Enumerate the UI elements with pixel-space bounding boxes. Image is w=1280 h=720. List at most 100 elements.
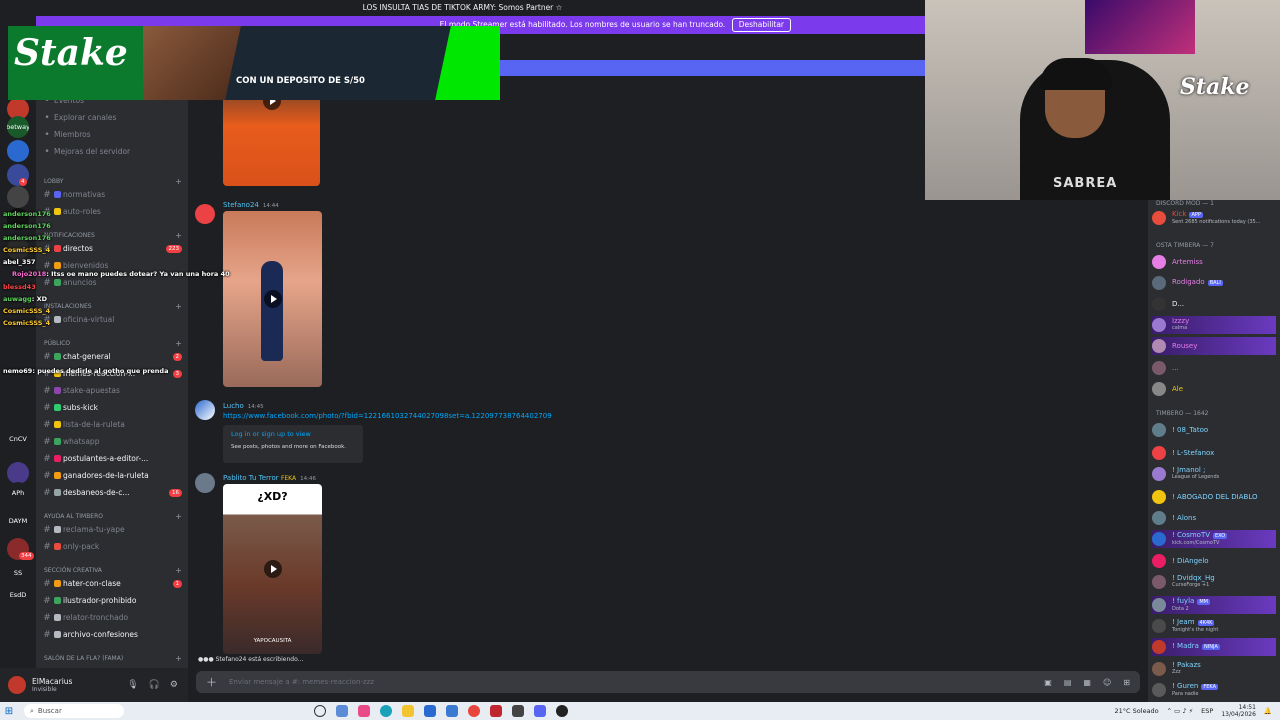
server-icon[interactable]: SS xyxy=(7,562,29,584)
member-item[interactable]: Kick APP Sent 2685 notifications today (35… xyxy=(1152,209,1276,227)
member-item[interactable]: ! Madra NINJA xyxy=(1152,638,1276,656)
channel-category[interactable]: INSTALACIONES + xyxy=(44,300,182,312)
avatar[interactable] xyxy=(8,676,26,694)
file-explorer-icon[interactable] xyxy=(402,705,414,717)
store-icon[interactable] xyxy=(424,705,436,717)
add-channel-icon[interactable]: + xyxy=(175,231,182,240)
app-icon[interactable] xyxy=(490,705,502,717)
language-indicator[interactable]: ESP xyxy=(1201,707,1213,715)
channel-item[interactable]: # only-pack xyxy=(40,539,182,554)
stake-ad-banner[interactable]: Stake CON UN DEPOSITO DE S/50 xyxy=(8,26,500,100)
task-view-icon[interactable] xyxy=(314,705,326,717)
app-icon[interactable] xyxy=(446,705,458,717)
channel-item[interactable]: # oficina-virtual xyxy=(40,312,182,327)
member-item[interactable]: ! Pakazs Zzz xyxy=(1152,660,1276,678)
app-icon[interactable] xyxy=(556,705,568,717)
member-item[interactable]: ! 08_Tatoo xyxy=(1152,421,1276,439)
gif-icon[interactable]: ▤ xyxy=(1064,678,1072,687)
add-channel-icon[interactable]: + xyxy=(175,512,182,521)
server-icon[interactable]: APh xyxy=(7,482,29,504)
server-icon[interactable] xyxy=(7,140,29,162)
member-item[interactable]: D... xyxy=(1152,295,1276,313)
member-item[interactable]: ! ABOGADO DEL DIABLO xyxy=(1152,488,1276,506)
channel-category[interactable]: LOBBY + xyxy=(44,175,182,187)
sidebar-top-item[interactable]: • Explorar canales xyxy=(40,110,182,125)
member-item[interactable]: ! Jmanol ; League of Legends xyxy=(1152,465,1276,483)
apps-icon[interactable]: ⊞ xyxy=(1123,678,1130,687)
gear-icon[interactable]: ⚙ xyxy=(170,680,178,690)
taskbar-search[interactable]: ⌕ Buscar xyxy=(24,704,124,718)
channel-item[interactable]: # ilustrador-prohibido xyxy=(40,593,182,608)
sidebar-top-item[interactable]: • Mejoras del servidor xyxy=(40,144,182,159)
channel-item[interactable]: # lista-de-la-ruleta xyxy=(40,417,182,432)
message-author[interactable]: Lucho xyxy=(223,402,244,410)
app-icon[interactable] xyxy=(358,705,370,717)
channel-item[interactable]: # chat-general 2 xyxy=(40,349,182,364)
tray-icons[interactable]: ⌃ ▭ ♪ ⚡ xyxy=(1167,707,1194,715)
add-channel-icon[interactable]: + xyxy=(175,177,182,186)
member-item[interactable]: Izzzy calma xyxy=(1152,316,1276,334)
server-icon[interactable] xyxy=(7,462,29,484)
channel-category[interactable]: NOTIFICACIONES + xyxy=(44,229,182,241)
add-attachment-icon[interactable]: ＋ xyxy=(206,674,217,690)
app-icon[interactable] xyxy=(512,705,524,717)
channel-item[interactable]: # desbaneos-de-c... 16 xyxy=(40,485,182,500)
disable-streamer-button[interactable]: Deshabilitar xyxy=(731,18,791,32)
member-item[interactable]: Ale xyxy=(1152,380,1276,398)
message-author[interactable]: Pablito Tu Terror xyxy=(223,474,279,482)
channel-item[interactable]: # relator-tronchado xyxy=(40,610,182,625)
gift-icon[interactable]: ▣ xyxy=(1044,678,1052,687)
member-item[interactable]: Artemiss xyxy=(1152,253,1276,271)
discord-icon[interactable] xyxy=(534,705,546,717)
channel-item[interactable]: # ganadores-de-la-ruleta xyxy=(40,468,182,483)
member-item[interactable]: Rousey xyxy=(1152,337,1276,355)
message-composer[interactable]: ＋ Enviar mensaje a #: memes-reaccion-zzz… xyxy=(196,671,1140,693)
channel-item[interactable]: # hater-con-clase 1 xyxy=(40,576,182,591)
add-channel-icon[interactable]: + xyxy=(175,566,182,575)
member-item[interactable]: ... xyxy=(1152,359,1276,377)
channel-category[interactable]: PÚBLICO + xyxy=(44,337,182,349)
channel-item[interactable]: # whatsapp xyxy=(40,434,182,449)
widgets-icon[interactable] xyxy=(336,705,348,717)
channel-item[interactable]: # auto-roles xyxy=(40,204,182,219)
channel-item[interactable]: # normativas xyxy=(40,187,182,202)
server-icon[interactable] xyxy=(7,186,29,208)
server-icon[interactable]: CnCV xyxy=(7,428,29,450)
member-item[interactable]: ! DiAngelo xyxy=(1152,552,1276,570)
member-item[interactable]: ! Alons xyxy=(1152,509,1276,527)
add-channel-icon[interactable]: + xyxy=(175,654,182,663)
chrome-icon[interactable] xyxy=(468,705,480,717)
member-item[interactable]: ! fuyla MM Dota 2 xyxy=(1152,596,1276,614)
sticker-icon[interactable]: ▦ xyxy=(1083,678,1091,687)
channel-item[interactable]: # postulantes-a-editor-... xyxy=(40,451,182,466)
channel-item[interactable]: # directos 223 xyxy=(40,241,182,256)
server-icon[interactable]: EsdD xyxy=(7,584,29,606)
channel-category[interactable]: SALÓN DE LA FLA? (FAMA) + xyxy=(44,652,182,664)
add-channel-icon[interactable]: + xyxy=(175,302,182,311)
channel-item[interactable]: # reclama-tu-yape xyxy=(40,522,182,537)
member-item[interactable]: Rodigado BALI xyxy=(1152,274,1276,292)
member-item[interactable]: ! Dvidqx_Hg CurseForge +1 xyxy=(1152,573,1276,591)
member-item[interactable]: ! Jeam 4K4K Tonight's the night xyxy=(1152,617,1276,635)
channel-item[interactable]: # archivo-confesiones xyxy=(40,627,182,642)
clock[interactable]: 14:51 13/04/2026 xyxy=(1221,704,1256,718)
member-item[interactable]: ! Guren FEKA Para nadie xyxy=(1152,681,1276,699)
notifications-icon[interactable]: 🔔 xyxy=(1264,707,1272,715)
server-icon[interactable]: DAYM xyxy=(7,510,29,532)
channel-item[interactable]: # subs-kick xyxy=(40,400,182,415)
windows-start-icon[interactable]: ⊞ xyxy=(0,706,18,717)
channel-category[interactable]: SECCIÓN CREATIVA + xyxy=(44,564,182,576)
message-author[interactable]: Stefano24 xyxy=(223,201,259,209)
member-item[interactable]: ! L-Stefanox xyxy=(1152,444,1276,462)
video-thumbnail[interactable] xyxy=(223,211,322,387)
video-thumbnail[interactable]: ¿XD? YAPOCAUSITA xyxy=(223,484,322,654)
embed-title[interactable]: Log in or sign up to view xyxy=(231,430,355,438)
weather-widget[interactable]: 21°C Soleado xyxy=(1115,707,1159,715)
message-link[interactable]: https://www.facebook.com/photo/?fbid=122… xyxy=(223,412,552,420)
headphones-icon[interactable]: 🎧 xyxy=(149,680,160,690)
emoji-icon[interactable]: ☺ xyxy=(1103,678,1111,687)
server-icon[interactable]: betway xyxy=(7,116,29,138)
member-item[interactable]: ! CosmoTV EXO kick.com/CosmoTV xyxy=(1152,530,1276,548)
message-input[interactable]: Enviar mensaje a #: memes-reaccion-zzz xyxy=(229,678,374,686)
microphone-icon[interactable]: 🎙 xyxy=(127,680,138,690)
